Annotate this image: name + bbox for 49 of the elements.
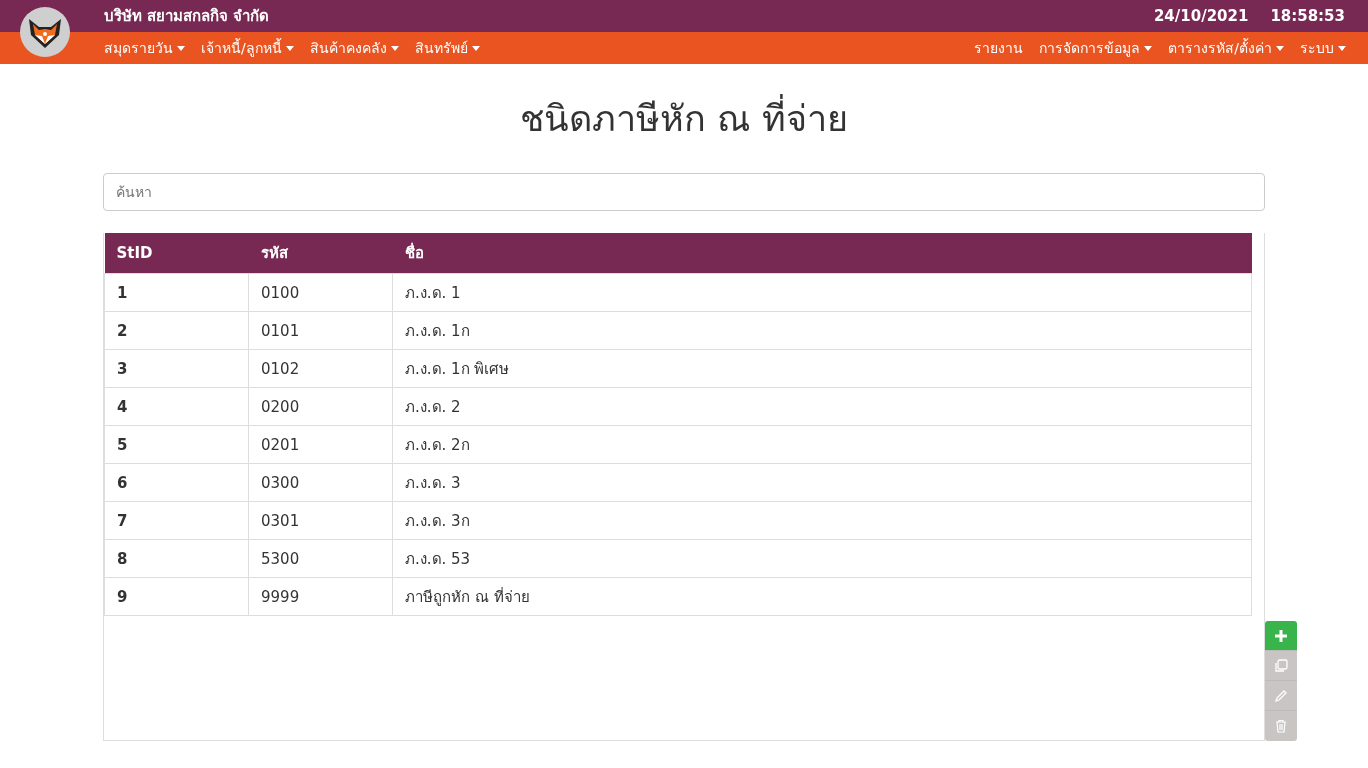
table-cell: 1 — [104, 273, 249, 312]
date-text: 24/10/2021 — [1153, 7, 1249, 25]
menu-item[interactable]: ตารางรหัส/ตั้งค่า — [1168, 37, 1284, 59]
table-cell: ภาษีถูกหัก ณ ที่จ่าย — [392, 577, 1252, 616]
table-cell: ภ.ง.ด. 1 — [392, 273, 1252, 312]
table-cell: ภ.ง.ด. 3ก — [392, 501, 1252, 540]
table-cell: ภ.ง.ด. 1ก พิเศษ — [392, 349, 1252, 388]
table-cell: 0201 — [248, 425, 393, 464]
table-cell: ภ.ง.ด. 53 — [392, 539, 1252, 578]
menu-item[interactable]: สินค้าคงคลัง — [309, 37, 399, 59]
add-button[interactable] — [1265, 621, 1297, 651]
table-cell: 0101 — [248, 311, 393, 350]
table-cell: ภ.ง.ด. 3 — [392, 463, 1252, 502]
table-cell: 3 — [104, 349, 249, 388]
table-cell: 5300 — [248, 539, 393, 578]
menu-item[interactable]: สินทรัพย์ — [414, 37, 480, 59]
time-text: 18:58:53 — [1270, 7, 1345, 25]
table-cell: 9999 — [248, 577, 393, 616]
column-header: รหัส — [248, 233, 393, 274]
search-field[interactable]: ค้นหา — [103, 173, 1265, 211]
menu-item[interactable]: รายงาน — [974, 37, 1024, 59]
copy-icon — [1274, 658, 1288, 673]
plus-icon — [1273, 627, 1289, 644]
table-cell: ภ.ง.ด. 2ก — [392, 425, 1252, 464]
table-cell: 2 — [104, 311, 249, 350]
column-header: StID — [104, 233, 249, 274]
menu-item[interactable]: ระบบ — [1300, 37, 1346, 59]
table-cell: 6 — [104, 463, 249, 502]
table-cell: 4 — [104, 387, 249, 426]
table-cell: 0100 — [248, 273, 393, 312]
column-header: ชื่อ — [392, 233, 1252, 274]
table-cell: 5 — [104, 425, 249, 464]
table-cell: ภ.ง.ด. 1ก — [392, 311, 1252, 350]
page-title: ชนิดภาษีหัก ณ ที่จ่าย — [103, 90, 1265, 147]
table-cell: 0301 — [248, 501, 393, 540]
table-cell: 0300 — [248, 463, 393, 502]
table-cell: 9 — [104, 577, 249, 616]
table-cell: 0102 — [248, 349, 393, 388]
table-cell: 0200 — [248, 387, 393, 426]
fox-logo-icon[interactable] — [20, 7, 70, 57]
menu-item[interactable]: สมุดรายวัน — [104, 37, 185, 59]
pencil-icon — [1274, 688, 1288, 703]
menu-item[interactable]: การจัดการข้อมูล — [1039, 37, 1153, 59]
table-cell: 8 — [104, 539, 249, 578]
trash-icon — [1274, 719, 1288, 733]
company-name: บริษัท สยามสกลกิจ จำกัด — [104, 6, 271, 27]
table-cell: ภ.ง.ด. 2 — [392, 387, 1252, 426]
table-cell: 7 — [104, 501, 249, 540]
menu-item[interactable]: เจ้าหนี้/ลูกหนี้ — [201, 37, 294, 59]
